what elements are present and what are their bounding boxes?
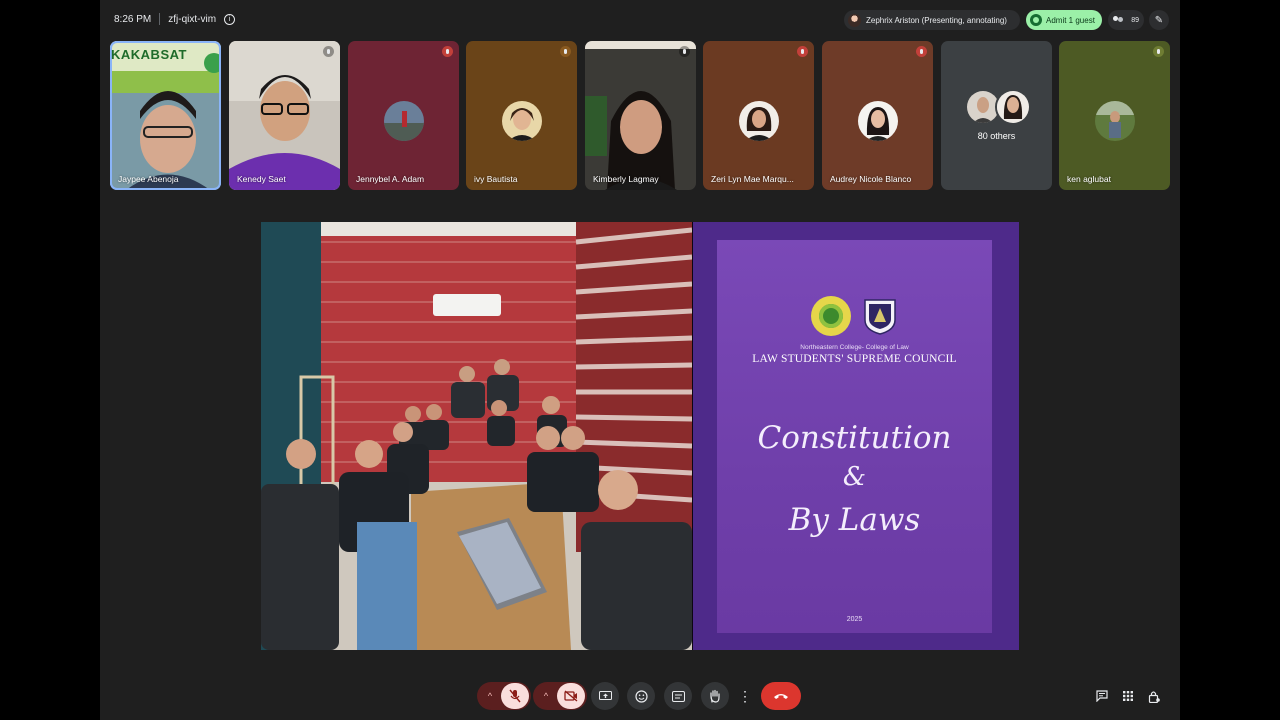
captions-icon xyxy=(671,690,685,702)
mic-muted-icon xyxy=(916,46,927,57)
activities-grid-icon[interactable] xyxy=(1121,689,1135,703)
participant-name: Audrey Nicole Blanco xyxy=(830,174,912,184)
annotate-pen-icon[interactable]: ✎ xyxy=(1149,10,1169,30)
camera-control: ^ xyxy=(533,682,587,710)
top-bar: 8:26 PM zfj-qixt-vim i Zephrix Ariston (… xyxy=(100,0,1180,40)
tile-banner-text: KAKABSAT xyxy=(111,47,187,62)
group-photo-image xyxy=(261,222,692,650)
participant-tile[interactable]: Kenedy Saet xyxy=(229,41,340,190)
group-photo xyxy=(261,222,692,650)
chat-icon[interactable] xyxy=(1095,689,1109,703)
participant-name: Kenedy Saet xyxy=(237,174,286,184)
slide-year: 2025 xyxy=(846,616,863,623)
mic-control: ^ xyxy=(477,682,531,710)
participant-tile[interactable]: ken aglubat xyxy=(1059,41,1170,190)
participant-video xyxy=(110,41,221,190)
reactions-button[interactable] xyxy=(627,682,655,710)
mic-options-chevron-icon[interactable]: ^ xyxy=(479,691,501,701)
college-seal-icon xyxy=(810,296,851,336)
hang-up-icon xyxy=(774,694,788,699)
participant-tile[interactable]: Audrey Nicole Blanco xyxy=(822,41,933,190)
slide-title-line-2: & xyxy=(842,462,867,492)
meet-window: 8:26 PM zfj-qixt-vim i Zephrix Ariston (… xyxy=(100,0,1180,720)
cover-page: Northeastern College- College of Law LAW… xyxy=(717,240,992,633)
more-options-icon[interactable]: ⋮ xyxy=(738,682,752,710)
council-name: LAW STUDENTS' SUPREME COUNCIL xyxy=(752,353,957,365)
participant-video xyxy=(229,41,340,190)
participant-name: Zeri Lyn Mae Marqu... xyxy=(711,174,794,184)
participant-tile[interactable]: KAKABSAT Jaypee Abenoja xyxy=(110,41,221,190)
present-screen-button[interactable] xyxy=(591,682,619,710)
participant-name: Jennybel A. Adam xyxy=(356,174,425,184)
camera-off-button[interactable] xyxy=(557,683,585,709)
camera-options-chevron-icon[interactable]: ^ xyxy=(535,691,557,701)
people-icon xyxy=(1113,16,1124,24)
mic-muted-icon xyxy=(797,46,808,57)
council-shield-icon xyxy=(861,296,899,336)
slide-title-line-1: Constitution xyxy=(757,420,952,456)
participant-tile[interactable]: ivy Bautista xyxy=(466,41,577,190)
mic-muted-icon xyxy=(560,46,571,57)
others-count: 80 others xyxy=(977,131,1016,141)
emoji-icon xyxy=(634,689,648,703)
participant-avatar xyxy=(738,101,779,141)
presentation-stage: Northeastern College- College of Law LAW… xyxy=(261,222,1019,650)
captions-button[interactable] xyxy=(664,682,692,710)
mic-off-icon xyxy=(509,689,521,703)
mic-muted-icon xyxy=(1153,46,1164,57)
meeting-time: 8:26 PM xyxy=(114,13,152,25)
mic-muted-icon xyxy=(442,46,453,57)
info-icon[interactable]: i xyxy=(224,13,236,25)
participant-name: Jaypee Abenoja xyxy=(118,174,179,184)
mic-off-button[interactable] xyxy=(501,683,529,709)
participant-name: ivy Bautista xyxy=(474,174,518,184)
presenter-label: Zephrix Ariston (Presenting, annotating) xyxy=(866,15,1007,25)
presenter-avatar xyxy=(848,13,861,27)
separator xyxy=(159,13,161,25)
participant-tile[interactable]: Zeri Lyn Mae Marqu... xyxy=(703,41,814,190)
logos xyxy=(717,296,992,336)
mic-muted-icon xyxy=(679,46,690,57)
admit-label: Admit 1 guest xyxy=(1046,15,1095,25)
admit-guest-button[interactable]: Admit 1 guest xyxy=(1026,10,1102,30)
participant-video xyxy=(585,41,696,190)
mic-muted-icon xyxy=(323,46,334,57)
participants-button[interactable]: 89 xyxy=(1108,10,1144,30)
college-name: Northeastern College- College of Law xyxy=(800,344,909,351)
constitution-cover-slide: Northeastern College- College of Law LAW… xyxy=(693,222,1019,650)
participant-avatar xyxy=(1094,101,1135,141)
host-controls-lock-icon[interactable] xyxy=(1147,689,1161,703)
participant-tile[interactable]: Jennybel A. Adam xyxy=(348,41,459,190)
participant-avatar xyxy=(383,101,424,141)
participant-name: Kimberly Lagmay xyxy=(593,174,659,184)
camera-off-icon xyxy=(564,690,578,702)
others-tile[interactable]: 80 others xyxy=(941,41,1052,190)
hand-icon xyxy=(710,689,720,703)
side-panel-icons xyxy=(1095,689,1161,703)
meeting-code: zfj-qixt-vim xyxy=(168,13,217,25)
participant-avatar xyxy=(857,101,898,141)
participants-count: 89 xyxy=(1131,16,1139,24)
person-add-icon xyxy=(1030,14,1042,26)
others-avatar xyxy=(995,89,1031,125)
raise-hand-button[interactable] xyxy=(701,682,729,710)
participant-avatar xyxy=(501,101,542,141)
presenter-indicator[interactable]: Zephrix Ariston (Presenting, annotating) xyxy=(844,10,1020,30)
meeting-info: 8:26 PM zfj-qixt-vim i xyxy=(114,13,236,25)
participant-tile[interactable]: Kimberly Lagmay xyxy=(585,41,696,190)
present-screen-icon xyxy=(598,690,612,700)
end-call-button[interactable] xyxy=(761,682,801,710)
participant-name: ken aglubat xyxy=(1067,174,1111,184)
slide-title-line-3: By Laws xyxy=(788,502,921,538)
